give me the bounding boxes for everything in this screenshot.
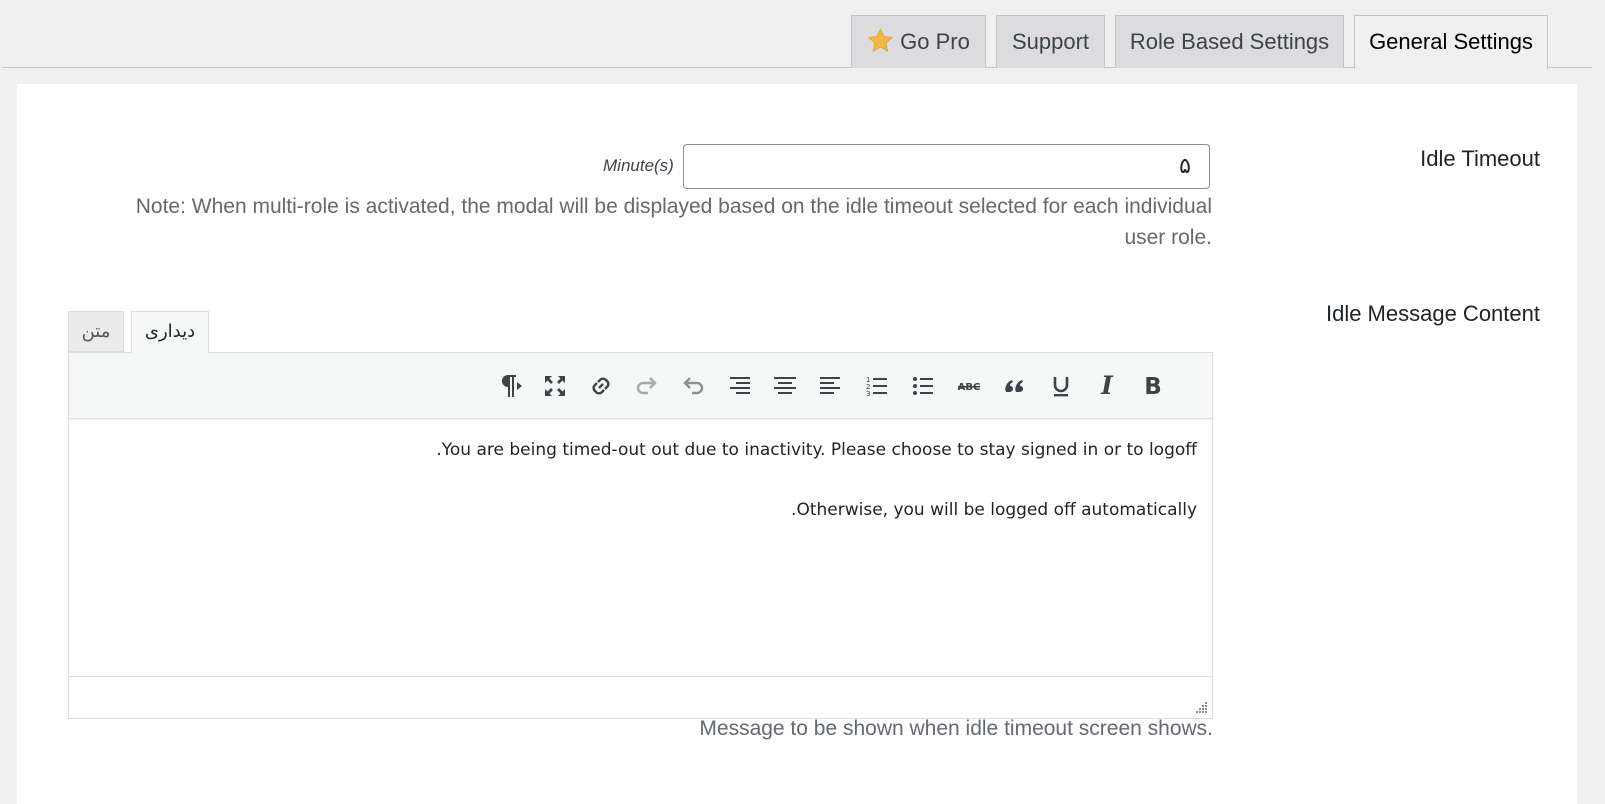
align-right-icon	[730, 377, 750, 394]
tab-support[interactable]: Support	[996, 15, 1105, 68]
align-center-button[interactable]	[769, 370, 801, 402]
svg-text:3: 3	[866, 390, 870, 398]
idle-timeout-input[interactable]	[683, 144, 1210, 189]
undo-icon	[683, 377, 704, 395]
tab-visual-editor[interactable]: دیداری	[131, 311, 209, 353]
tab-go-pro[interactable]: Go Pro	[851, 15, 986, 68]
svg-text:B: B	[1144, 374, 1162, 400]
resize-handle-icon[interactable]	[1194, 700, 1208, 714]
tab-text-editor[interactable]: متن	[68, 311, 124, 352]
settings-nav-tabs: Go Pro Support Role Based Settings Gener…	[2, 0, 1592, 69]
tab-role-based-settings[interactable]: Role Based Settings	[1115, 15, 1344, 68]
star-icon	[867, 21, 894, 52]
tab-general-settings-label: General Settings	[1369, 29, 1533, 54]
blockquote-icon	[1005, 380, 1023, 392]
tab-text-editor-label: متن	[81, 321, 111, 342]
svg-text:I: I	[1100, 371, 1114, 400]
strikethrough-icon: ABC	[958, 382, 981, 393]
redo-button[interactable]	[631, 370, 663, 402]
align-center-icon	[774, 377, 796, 394]
bullet-list-button[interactable]	[907, 370, 939, 402]
tab-support-label: Support	[1011, 29, 1090, 54]
italic-button[interactable]: I	[1091, 370, 1123, 402]
editor-toolbar: B I ABC 123	[69, 353, 1212, 419]
redo-icon	[636, 377, 657, 395]
message-paragraph: You are being timed-out out due to inact…	[436, 440, 1197, 460]
multi-role-note: Note: When multi-role is activated, the …	[135, 195, 1212, 249]
idle-timeout-label: Idle Timeout	[1420, 146, 1540, 171]
text-direction-button[interactable]	[493, 370, 525, 402]
tab-go-pro-label: Go Pro	[900, 29, 970, 54]
strikethrough-button[interactable]: ABC	[953, 370, 985, 402]
numbered-list-button[interactable]: 123	[861, 370, 893, 402]
settings-card: Idle Timeout Minute(s) Note: When multi-…	[17, 84, 1577, 804]
link-icon	[592, 377, 610, 395]
bold-button[interactable]: B	[1137, 370, 1169, 402]
message-help-text: Message to be shown when idle timeout sc…	[699, 717, 1213, 740]
numbered-list-icon: 123	[866, 376, 887, 398]
underline-icon	[1053, 377, 1069, 397]
minutes-unit-label: Minute(s)	[603, 156, 674, 175]
italic-icon: I	[1100, 371, 1114, 400]
message-paragraph: Otherwise, you will be logged off automa…	[791, 500, 1197, 520]
idle-message-label: Idle Message Content	[1325, 301, 1540, 326]
tab-role-based-settings-label: Role Based Settings	[1129, 29, 1330, 54]
tab-visual-editor-label: دیداری	[144, 321, 196, 342]
bullet-list-icon	[913, 377, 933, 395]
align-right-button[interactable]	[723, 370, 755, 402]
align-left-button[interactable]	[815, 370, 847, 402]
editor-statusbar	[69, 676, 1212, 718]
editor-content-area[interactable]: You are being timed-out out due to inact…	[69, 420, 1212, 678]
underline-button[interactable]	[1045, 370, 1077, 402]
text-direction-icon	[502, 375, 522, 397]
link-button[interactable]	[585, 370, 617, 402]
align-left-icon	[820, 377, 840, 394]
tab-general-settings[interactable]: General Settings	[1354, 15, 1548, 69]
fullscreen-icon	[545, 376, 565, 396]
bold-icon: B	[1144, 374, 1162, 400]
message-editor: B I ABC 123	[68, 352, 1213, 719]
fullscreen-button[interactable]	[539, 370, 571, 402]
undo-button[interactable]	[677, 370, 709, 402]
blockquote-button[interactable]	[999, 370, 1031, 402]
